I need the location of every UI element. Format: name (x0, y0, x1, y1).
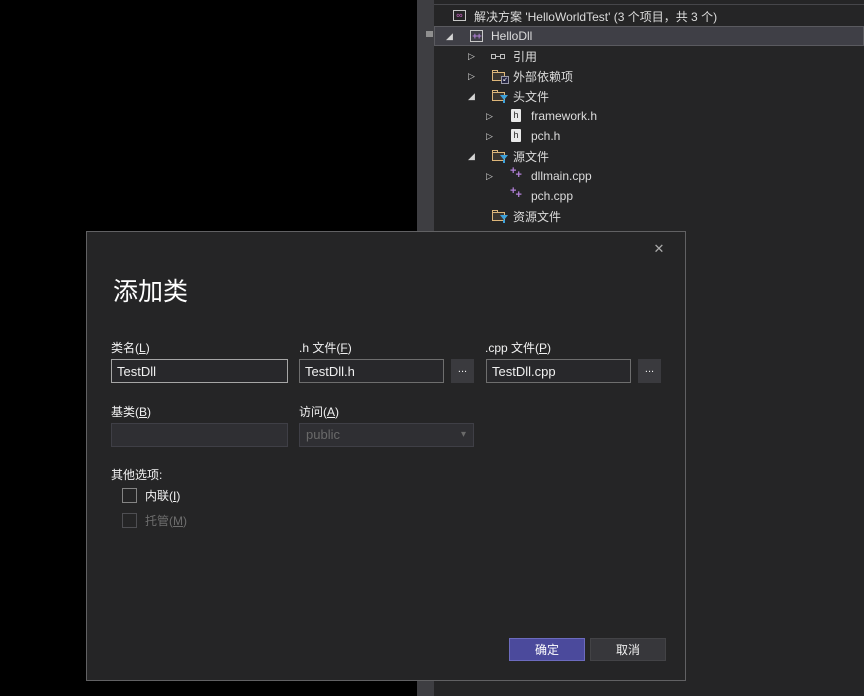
expander-icon[interactable]: ◢ (445, 26, 469, 46)
tree-row-label: 资源文件 (513, 208, 561, 225)
expander-icon[interactable]: ◢ (467, 86, 491, 106)
cpp-file-browse-button[interactable]: ... (638, 359, 661, 383)
tree-row-label: dllmain.cpp (531, 169, 592, 183)
inline-checkbox-label: 内联(I) (145, 487, 180, 504)
tree-row-solution[interactable]: ∞ 解决方案 'HelloWorldTest' (3 个项目，共 3 个) (434, 6, 864, 26)
solution-icon: ∞ (452, 8, 470, 24)
access-dropdown[interactable]: public ▾ (299, 423, 474, 447)
header-file-icon: h (509, 128, 527, 144)
tree-row-label: 引用 (513, 48, 537, 65)
header-file-icon: h (509, 108, 527, 124)
tree-row-label: 头文件 (513, 88, 549, 105)
expander-icon[interactable]: ▷ (485, 126, 509, 146)
tree-row-label: HelloDll (491, 29, 532, 43)
ok-button[interactable]: 确定 (509, 638, 585, 661)
h-file-browse-button[interactable]: ... (451, 359, 474, 383)
expander-icon[interactable]: ▷ (485, 106, 509, 126)
tree-row-pch-cpp[interactable]: ++ pch.cpp (434, 186, 864, 206)
base-class-label: 基类(B) (111, 403, 151, 420)
expander-icon[interactable]: ▷ (467, 66, 491, 86)
tree-row-label: 外部依赖项 (513, 68, 573, 85)
tree-row-dllmain-cpp[interactable]: ▷ ++ dllmain.cpp (434, 166, 864, 186)
tree-row-references[interactable]: ▷ 引用 (434, 46, 864, 66)
add-class-dialog: ✕ 添加类 类名(L) .h 文件(F) .cpp 文件(P) ... ... … (86, 231, 686, 681)
vs-window: ∞ 解决方案 'HelloWorldTest' (3 个项目，共 3 个) ◢ … (0, 0, 864, 696)
external-dependencies-icon: ↙ (491, 68, 509, 84)
cpp-project-icon: ++ (469, 28, 487, 44)
inline-option-row: 内联(I) (122, 487, 180, 504)
access-dropdown-value: public (306, 427, 340, 442)
tree-row-label: framework.h (531, 109, 597, 123)
references-icon (491, 48, 509, 64)
tree-row-hellodll[interactable]: ◢ ++ HelloDll (434, 26, 864, 46)
tree-row-source-files[interactable]: ◢ 源文件 (434, 146, 864, 166)
cancel-button[interactable]: 取消 (590, 638, 666, 661)
expander-icon[interactable]: ▷ (467, 46, 491, 66)
scrollbar-thumb[interactable] (426, 31, 433, 37)
expander-icon[interactable]: ◢ (467, 146, 491, 166)
dialog-title: 添加类 (113, 272, 188, 308)
cpp-file-input[interactable] (486, 359, 631, 383)
other-options-heading: 其他选项: (111, 466, 162, 483)
expander-icon[interactable]: ▷ (485, 166, 509, 186)
tree-row-label: pch.cpp (531, 189, 573, 203)
cpp-file-icon: ++ (509, 188, 527, 204)
managed-option-row: 托管(M) (122, 512, 187, 529)
tree-row-label: 源文件 (513, 148, 549, 165)
tree-row-pch-h[interactable]: ▷ h pch.h (434, 126, 864, 146)
h-file-label: .h 文件(F) (299, 339, 352, 356)
tree-row-label: 解决方案 'HelloWorldTest' (3 个项目，共 3 个) (474, 8, 717, 25)
access-label: 访问(A) (299, 403, 339, 420)
filtered-folder-icon (491, 148, 509, 164)
tree-row-header-files[interactable]: ◢ 头文件 (434, 86, 864, 106)
tree-row-resource-files[interactable]: 资源文件 (434, 206, 864, 226)
panel-top-divider (434, 4, 864, 5)
filtered-folder-icon (491, 208, 509, 224)
chevron-down-icon: ▾ (461, 424, 466, 446)
managed-checkbox[interactable] (122, 513, 137, 528)
tree-row-framework-h[interactable]: ▷ h framework.h (434, 106, 864, 126)
filtered-folder-icon (491, 88, 509, 104)
cpp-file-label: .cpp 文件(P) (485, 339, 551, 356)
h-file-input[interactable] (299, 359, 444, 383)
tree-row-label: pch.h (531, 129, 560, 143)
class-name-input[interactable] (111, 359, 288, 383)
inline-checkbox[interactable] (122, 488, 137, 503)
tree-row-external-dependencies[interactable]: ▷ ↙ 外部依赖项 (434, 66, 864, 86)
class-name-label: 类名(L) (111, 339, 150, 356)
managed-checkbox-label: 托管(M) (145, 512, 187, 529)
cpp-file-icon: ++ (509, 168, 527, 184)
solution-tree: ∞ 解决方案 'HelloWorldTest' (3 个项目，共 3 个) ◢ … (434, 6, 864, 226)
close-icon[interactable]: ✕ (648, 239, 670, 259)
base-class-input[interactable] (111, 423, 288, 447)
